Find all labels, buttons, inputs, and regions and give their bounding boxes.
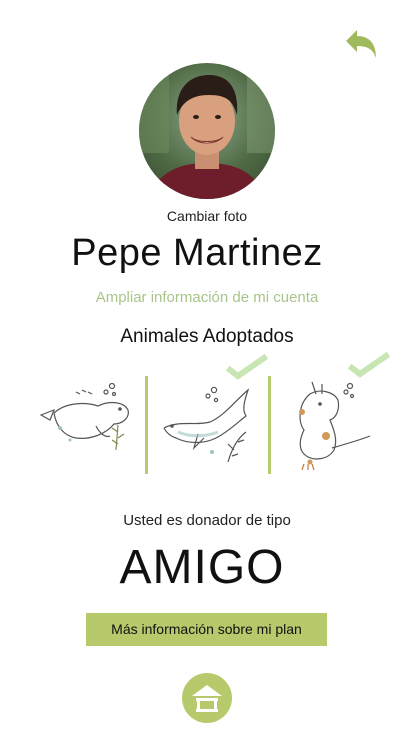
change-photo-link[interactable]: Cambiar foto — [0, 208, 414, 224]
animal-card-manatee[interactable] — [36, 380, 136, 460]
dolphin-icon — [163, 386, 250, 463]
back-button[interactable] — [342, 26, 382, 62]
otter-icon — [299, 381, 371, 471]
profile-photo — [139, 63, 275, 199]
back-arrow-icon — [346, 30, 376, 58]
avatar[interactable] — [139, 63, 275, 199]
animal-card-dolphin[interactable] — [158, 382, 258, 470]
checkmark-icon — [225, 353, 269, 380]
home-icon — [182, 673, 232, 723]
adopted-animals-title: Animales Adoptados — [120, 326, 294, 347]
donor-label: Usted es donador de tipo — [123, 512, 291, 529]
animal-card-otter[interactable] — [282, 378, 382, 474]
adopted-check-otter — [347, 351, 391, 383]
adopted-animals-row — [0, 350, 414, 480]
adopted-check-dolphin — [225, 353, 269, 385]
plan-info-button[interactable]: Más información sobre mi plan — [86, 613, 327, 646]
user-name: Pepe Martinez — [71, 232, 323, 274]
manatee-icon — [39, 382, 129, 451]
divider-1 — [145, 376, 148, 474]
checkmark-icon — [347, 351, 391, 378]
home-button[interactable] — [182, 673, 232, 723]
divider-2 — [268, 376, 271, 474]
account-info-link[interactable]: Ampliar información de mi cuenta — [0, 289, 414, 306]
donor-type: AMIGO — [119, 541, 285, 594]
